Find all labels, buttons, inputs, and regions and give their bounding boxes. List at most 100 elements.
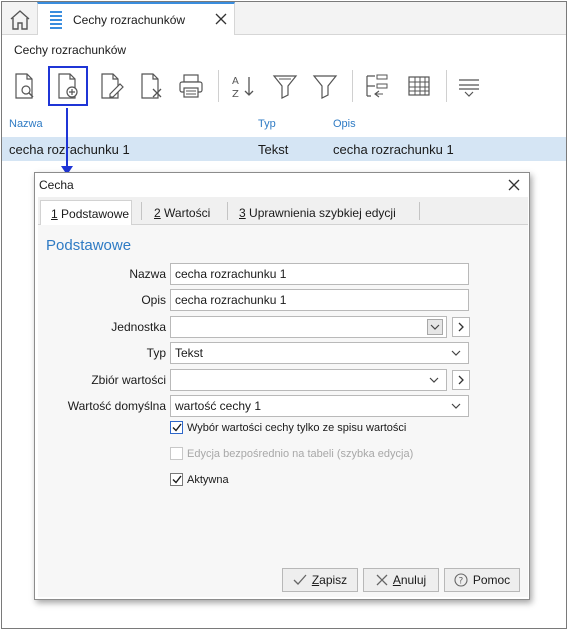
sort-az-icon: A Z bbox=[232, 76, 254, 100]
sort-button[interactable]: A Z bbox=[226, 66, 260, 106]
page-title: Cechy rozrachunków bbox=[14, 43, 127, 57]
cell-nazwa: cecha rozrachunku 1 bbox=[9, 142, 130, 157]
column-header-opis[interactable]: Opis bbox=[333, 118, 356, 130]
nazwa-label: Nazwa bbox=[129, 267, 166, 281]
grid-header: Nazwa Typ Opis bbox=[2, 116, 566, 136]
home-button[interactable] bbox=[5, 5, 35, 35]
checkmark-icon bbox=[172, 475, 182, 484]
document-edit-icon bbox=[101, 73, 124, 99]
advanced-filter-button[interactable] bbox=[268, 66, 302, 106]
close-icon[interactable] bbox=[214, 12, 228, 26]
edycja-checkbox-label: Edycja bezpośrednio na tabeli (szybka ed… bbox=[187, 447, 414, 460]
tab-number: 3 bbox=[239, 206, 246, 220]
print-button[interactable] bbox=[174, 66, 208, 106]
nazwa-field[interactable]: cecha rozrachunku 1 bbox=[170, 263, 469, 285]
cancel-button-label: Anuluj bbox=[393, 573, 426, 587]
chevron-down-icon bbox=[430, 324, 440, 330]
edycja-checkbox-row: Edycja bezpośrednio na tabeli (szybka ed… bbox=[170, 447, 413, 460]
help-button[interactable]: ? Pomoc bbox=[444, 568, 520, 592]
toolbar-separator bbox=[446, 70, 447, 102]
group-button[interactable] bbox=[360, 66, 394, 106]
table-grid-icon bbox=[408, 76, 430, 96]
tab-separator bbox=[227, 202, 228, 220]
typ-select[interactable]: Tekst bbox=[170, 342, 469, 364]
toolbar-separator bbox=[218, 70, 219, 102]
close-icon[interactable] bbox=[507, 178, 521, 192]
dialog-tabs: 1 Podstawowe 2 Wartości 3 Uprawnienia sz… bbox=[38, 197, 528, 226]
add-button[interactable] bbox=[48, 66, 88, 106]
checkmark-icon bbox=[293, 574, 307, 585]
edycja-checkbox bbox=[170, 447, 183, 460]
domyslna-select[interactable]: wartość cechy 1 bbox=[170, 395, 469, 417]
list-icon bbox=[50, 11, 62, 29]
wybor-checkbox-row[interactable]: Wybór wartości cechy tylko ze spisu wart… bbox=[170, 421, 406, 434]
filter-icon bbox=[312, 75, 338, 99]
table-row[interactable]: cecha rozrachunku 1 Tekst cecha rozrachu… bbox=[2, 137, 566, 161]
preview-button[interactable] bbox=[8, 66, 42, 106]
save-button-label: Zapisz bbox=[312, 573, 347, 587]
printer-icon bbox=[179, 74, 203, 98]
edit-button[interactable] bbox=[94, 66, 128, 106]
wybor-checkbox[interactable] bbox=[170, 421, 183, 434]
home-icon bbox=[10, 10, 30, 30]
dialog-title: Cecha bbox=[39, 178, 74, 192]
tab-label: Wartości bbox=[160, 206, 211, 220]
cell-typ: Tekst bbox=[258, 142, 289, 157]
tab-uprawnienia[interactable]: 3 Uprawnienia szybkiej edycji bbox=[239, 200, 419, 225]
save-button[interactable]: Zapisz bbox=[282, 568, 358, 592]
chevron-down-icon bbox=[429, 377, 439, 383]
domyslna-value: wartość cechy 1 bbox=[175, 399, 262, 413]
tab-wartosci[interactable]: 2 Wartości bbox=[154, 200, 234, 225]
svg-text:?: ? bbox=[458, 577, 463, 587]
tab-cechy-rozrachunkow[interactable]: Cechy rozrachunków bbox=[37, 2, 235, 35]
delete-button[interactable] bbox=[134, 66, 168, 106]
jednostka-dropdown-button[interactable] bbox=[427, 319, 443, 335]
svg-text:Z: Z bbox=[232, 89, 239, 100]
chevron-right-icon bbox=[458, 375, 464, 385]
tab-label: Uprawnienia szybkiej edycji bbox=[245, 206, 396, 220]
domyslna-dropdown-button[interactable] bbox=[448, 399, 464, 413]
zbior-more-button[interactable] bbox=[452, 370, 470, 390]
filter-button[interactable] bbox=[308, 66, 342, 106]
cancel-rest: nuluj bbox=[400, 573, 427, 587]
typ-value: Tekst bbox=[175, 346, 204, 360]
view-options-button[interactable] bbox=[452, 66, 486, 106]
toolbar-separator bbox=[352, 70, 353, 102]
svg-text:A: A bbox=[232, 76, 239, 87]
tab-number: 2 bbox=[154, 206, 161, 220]
column-header-nazwa[interactable]: Nazwa bbox=[9, 118, 43, 130]
typ-label: Typ bbox=[146, 346, 166, 360]
save-rest: apisz bbox=[319, 573, 348, 587]
cancel-accel: A bbox=[392, 573, 401, 587]
tab-separator bbox=[141, 202, 142, 220]
cell-opis: cecha rozrachunku 1 bbox=[333, 142, 454, 157]
jednostka-label: Jednostka bbox=[111, 320, 166, 334]
close-icon bbox=[376, 574, 388, 586]
section-title: Podstawowe bbox=[46, 237, 132, 254]
opis-field[interactable]: cecha rozrachunku 1 bbox=[170, 289, 469, 311]
zbior-dropdown-button[interactable] bbox=[426, 373, 442, 387]
zbior-label: Zbiór wartości bbox=[91, 373, 166, 387]
chevron-down-icon bbox=[451, 350, 461, 356]
tab-number: 1 bbox=[51, 207, 58, 221]
opis-label: Opis bbox=[141, 293, 166, 307]
annotation-arrow-line bbox=[66, 108, 68, 170]
cecha-dialog: Cecha 1 Podstawowe 2 Wartości 3 Uprawnie… bbox=[34, 172, 530, 600]
tab-label: Podstawowe bbox=[57, 207, 130, 221]
help-icon: ? bbox=[454, 573, 468, 587]
column-header-typ[interactable]: Typ bbox=[258, 118, 276, 130]
cancel-button[interactable]: Anuluj bbox=[363, 568, 439, 592]
chevron-down-icon bbox=[451, 403, 461, 409]
tab-separator bbox=[419, 202, 420, 220]
zbior-select[interactable] bbox=[170, 369, 447, 391]
aktywna-checkbox[interactable] bbox=[170, 473, 183, 486]
jednostka-select[interactable] bbox=[170, 316, 447, 338]
wybor-checkbox-label: Wybór wartości cechy tylko ze spisu wart… bbox=[187, 421, 407, 434]
columns-button[interactable] bbox=[402, 66, 436, 106]
typ-dropdown-button[interactable] bbox=[448, 346, 464, 360]
aktywna-checkbox-row[interactable]: Aktywna bbox=[170, 473, 229, 486]
jednostka-more-button[interactable] bbox=[452, 317, 470, 337]
tab-podstawowe[interactable]: 1 Podstawowe bbox=[40, 200, 132, 226]
document-search-icon bbox=[15, 73, 34, 99]
chevron-right-icon bbox=[458, 322, 464, 332]
